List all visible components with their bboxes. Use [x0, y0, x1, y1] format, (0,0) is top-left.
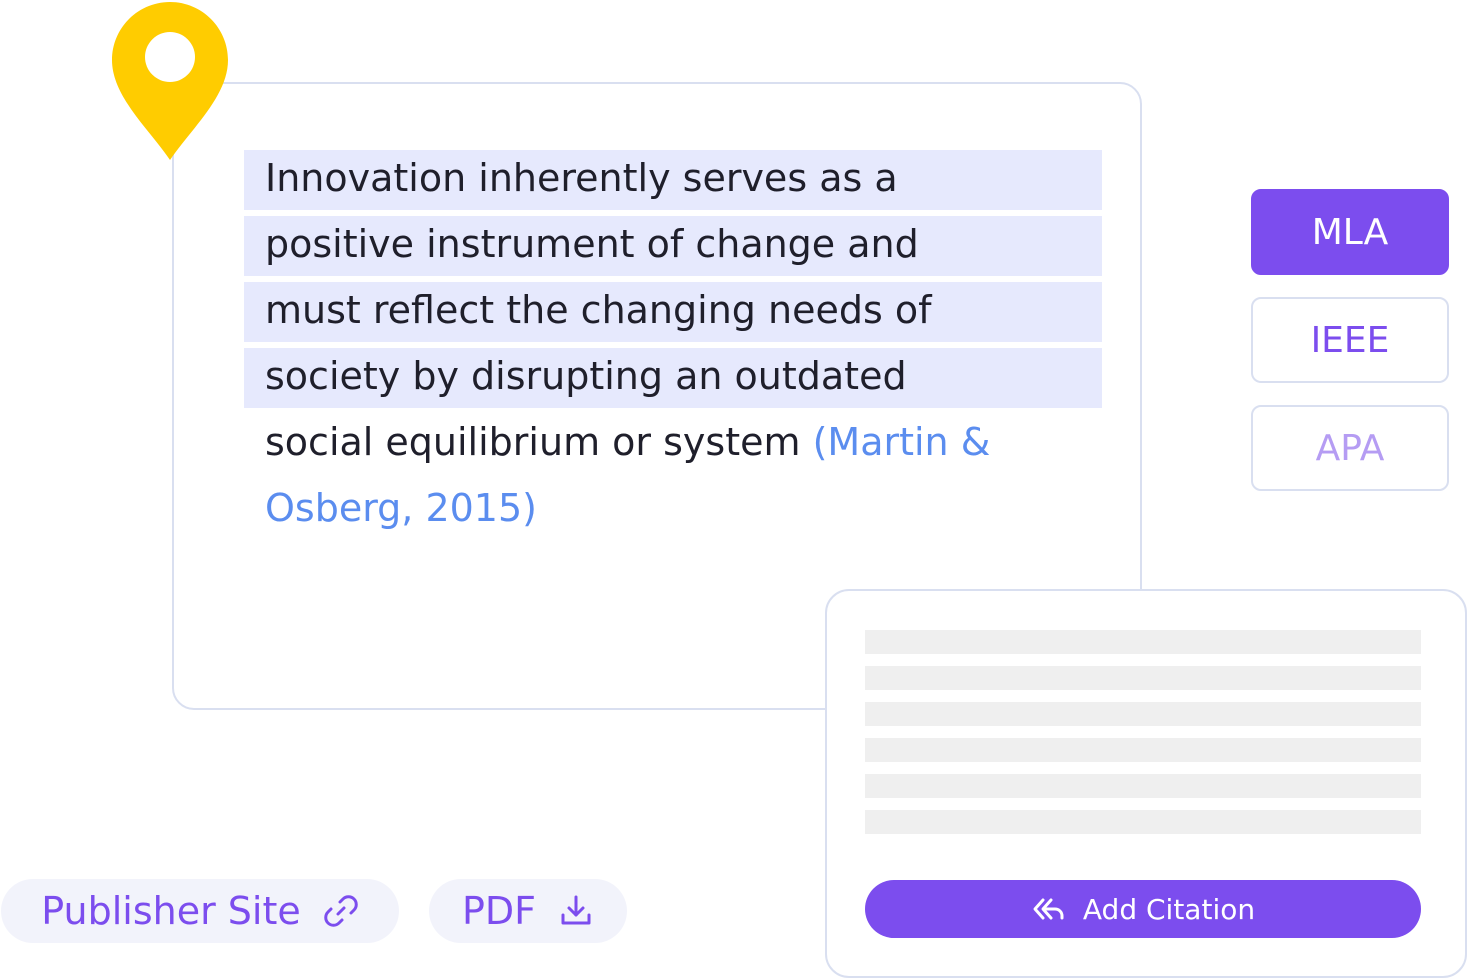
inline-citation-continued[interactable]: Osberg, 2015)	[265, 486, 537, 530]
style-ieee-button[interactable]: IEEE	[1251, 297, 1449, 383]
add-citation-button[interactable]: Add Citation	[865, 880, 1421, 938]
add-citation-label: Add Citation	[1082, 892, 1256, 926]
location-pin-icon	[112, 2, 228, 160]
quote-line: Osberg, 2015)	[244, 480, 1104, 540]
highlighted-line: must reflect the changing needs of	[244, 282, 1102, 342]
quote-line: social equilibrium or system (Martin &	[244, 414, 1104, 474]
reference-placeholder-line	[865, 630, 1421, 654]
highlighted-line: Innovation inherently serves as a	[244, 150, 1102, 210]
link-icon	[324, 895, 358, 927]
highlighted-line: society by disrupting an outdated	[244, 348, 1102, 408]
reference-placeholder-line	[865, 774, 1421, 798]
publisher-site-link[interactable]: Publisher Site	[1, 879, 399, 943]
pdf-download-link[interactable]: PDF	[429, 879, 627, 943]
quote-text: Innovation inherently serves as a positi…	[244, 150, 1104, 546]
download-icon	[561, 895, 591, 925]
style-mla-button[interactable]: MLA	[1251, 189, 1449, 275]
reference-placeholder-line	[865, 738, 1421, 762]
inline-citation[interactable]: (Martin &	[813, 420, 991, 464]
quote-line-text: social equilibrium or system	[265, 420, 813, 464]
highlighted-line: positive instrument of change and	[244, 216, 1102, 276]
style-apa-button[interactable]: APA	[1251, 405, 1449, 491]
pdf-label: PDF	[461, 889, 537, 933]
publisher-site-label: Publisher Site	[41, 889, 301, 933]
double-back-arrow-icon	[1033, 898, 1064, 920]
reference-card: Add Citation	[825, 589, 1467, 978]
reference-placeholder-line	[865, 810, 1421, 834]
reference-placeholder-line	[865, 666, 1421, 690]
reference-placeholder-line	[865, 702, 1421, 726]
